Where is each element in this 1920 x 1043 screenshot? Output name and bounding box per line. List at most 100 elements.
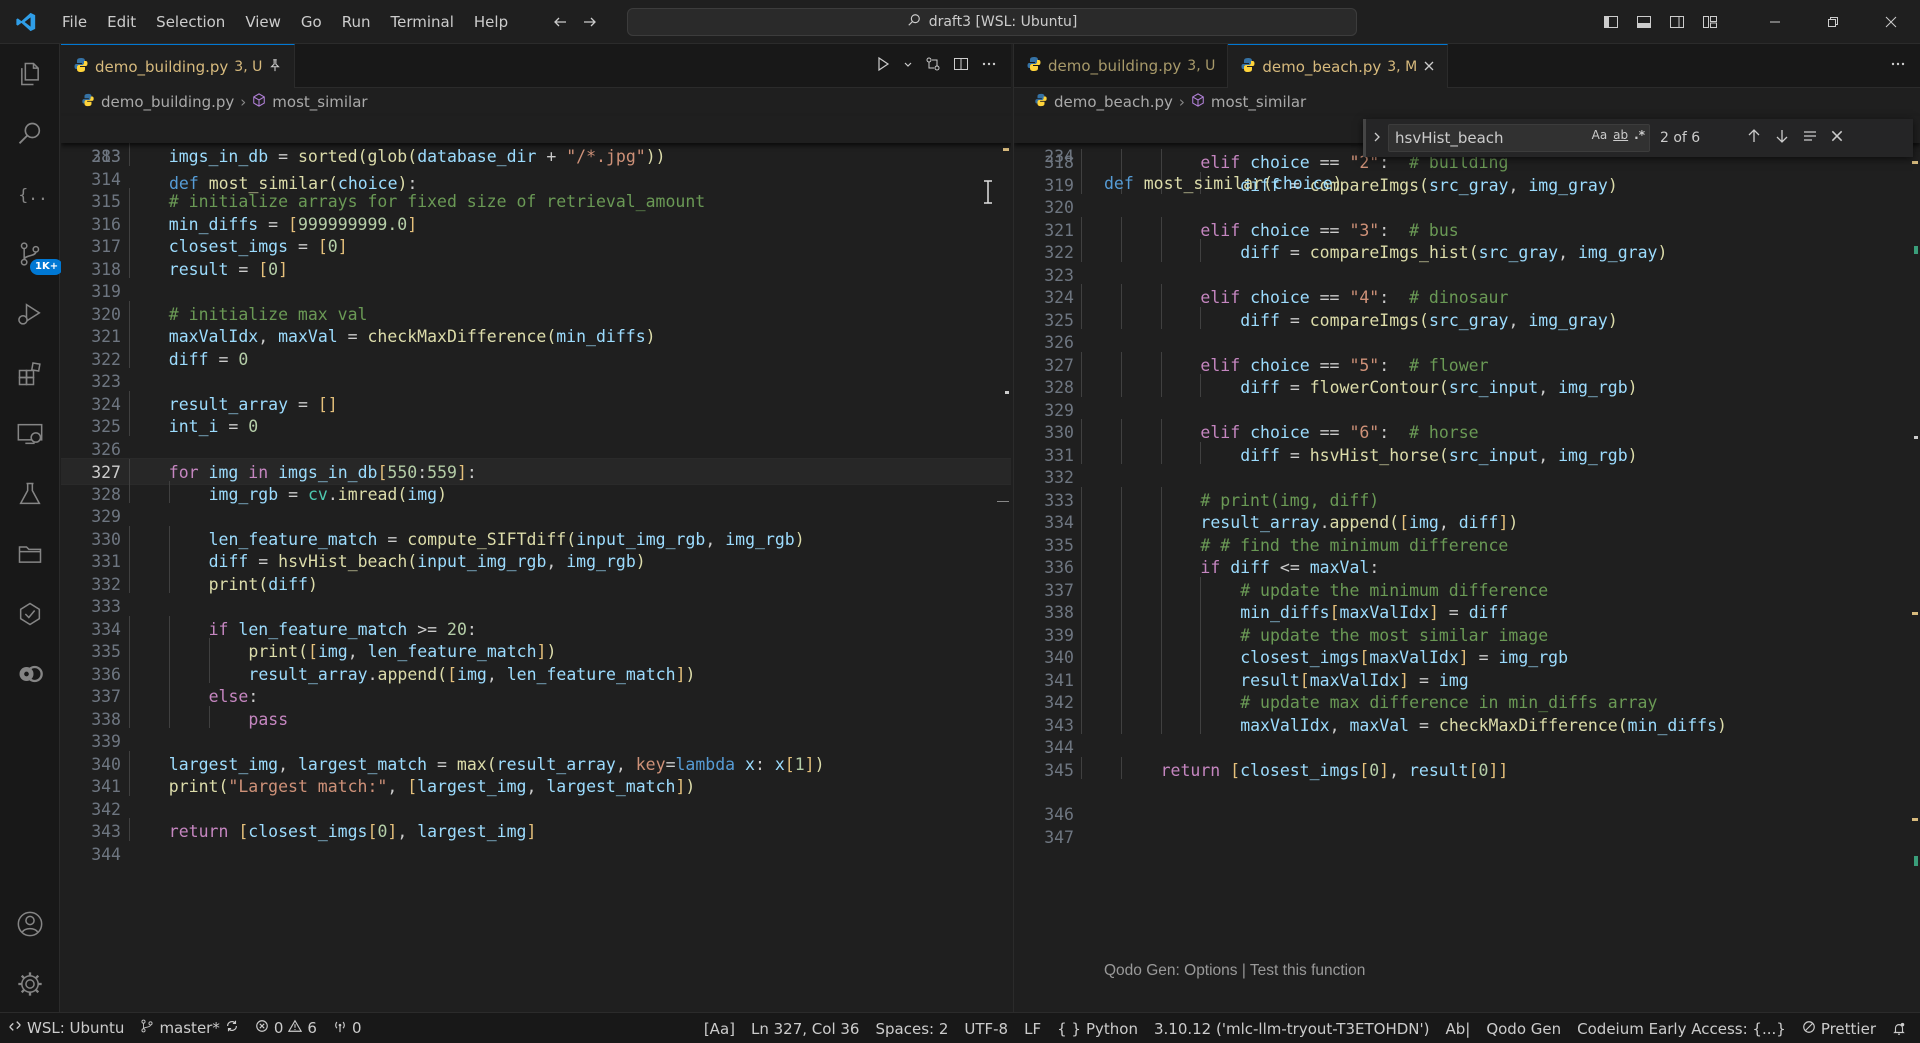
codeium-status[interactable]: Codeium Early Access: {...} — [1569, 1013, 1794, 1043]
warning-count: 6 — [307, 1019, 317, 1037]
accounts-icon[interactable] — [0, 894, 60, 954]
indent-guide — [1160, 509, 1162, 532]
menu-view[interactable]: View — [235, 0, 291, 44]
menu-file[interactable]: File — [52, 0, 97, 44]
folder-icon[interactable] — [0, 524, 60, 584]
indent-guide — [168, 683, 170, 706]
tab-demo-building[interactable]: demo_building.py 3, U — [61, 44, 296, 88]
problems-indicator[interactable]: 0 6 — [247, 1013, 325, 1043]
source-control-icon[interactable]: 1K+ — [0, 224, 64, 284]
code-line[interactable]: 347 — [1014, 824, 1920, 851]
qodo-icon[interactable] — [0, 644, 60, 704]
settings-gear-icon[interactable] — [0, 954, 60, 1014]
previous-match-arrow-icon[interactable] — [1746, 128, 1762, 148]
qodo-gen-status[interactable]: Qodo Gen — [1478, 1013, 1569, 1043]
extensions-icon[interactable] — [0, 344, 60, 404]
aa-indicator[interactable]: [Aa] — [696, 1013, 743, 1043]
overview-ruler-right[interactable] — [1906, 116, 1920, 976]
close-window-icon[interactable] — [1862, 0, 1920, 44]
menu-terminal[interactable]: Terminal — [381, 0, 464, 44]
forward-arrow-icon[interactable] — [582, 14, 598, 30]
git-branch-icon — [140, 1019, 154, 1037]
close-find-icon[interactable] — [1830, 129, 1844, 147]
toggle-replace-chevron-icon[interactable] — [1371, 130, 1383, 148]
python-interpreter[interactable]: 3.10.12 ('mlc-llm-tryout-T3ETOHDN') — [1146, 1013, 1438, 1043]
run-debug-icon[interactable] — [0, 284, 60, 344]
more-actions-icon[interactable] — [1890, 56, 1906, 76]
indent-guide — [168, 525, 170, 548]
overview-ruler-left[interactable] — [997, 116, 1011, 976]
menu-edit[interactable]: Edit — [97, 0, 146, 44]
menu-go[interactable]: Go — [291, 0, 332, 44]
search-view-icon[interactable] — [0, 104, 60, 164]
pin-icon[interactable] — [268, 58, 282, 76]
indent-guide — [1081, 576, 1082, 599]
toggle-panel-icon[interactable] — [1627, 0, 1660, 44]
customize-layout-icon[interactable] — [1693, 0, 1726, 44]
end-of-line[interactable]: LF — [1016, 1013, 1049, 1043]
ports-indicator[interactable]: 0 — [325, 1013, 370, 1043]
menu-selection[interactable]: Selection — [146, 0, 235, 44]
json-braces-icon[interactable]: {..} — [0, 164, 60, 224]
tab-demo-beach[interactable]: demo_beach.py 3, M — [1228, 44, 1449, 88]
explorer-icon[interactable] — [0, 44, 60, 104]
tab-demo-building-right[interactable]: demo_building.py 3, U — [1014, 44, 1229, 88]
minimize-icon[interactable] — [1746, 0, 1804, 44]
abl-indicator[interactable]: Ab| — [1437, 1013, 1478, 1043]
run-python-icon[interactable] — [875, 56, 891, 76]
find-input[interactable]: hsvHist_beach Aa ab .* — [1388, 124, 1650, 152]
restore-icon[interactable] — [1804, 0, 1862, 44]
indentation[interactable]: Spaces: 2 — [867, 1013, 956, 1043]
indent-guide — [1120, 351, 1122, 374]
menu-run[interactable]: Run — [332, 0, 381, 44]
cursor-position[interactable]: Ln 327, Col 36 — [743, 1013, 867, 1043]
ruler-mark — [1003, 148, 1009, 151]
testing-flask-icon[interactable] — [0, 464, 60, 524]
compare-changes-icon[interactable] — [925, 56, 941, 76]
more-actions-icon[interactable] — [981, 56, 997, 76]
match-whole-word-toggle[interactable]: ab — [1613, 128, 1628, 142]
indent-guide — [1120, 419, 1122, 442]
indent-guide — [1081, 374, 1082, 397]
sync-icon[interactable] — [225, 1019, 239, 1037]
code-line[interactable]: 345 return [closest_imgs[0], result[0]] — [1014, 756, 1920, 784]
menu-help[interactable]: Help — [464, 0, 518, 44]
branch-indicator[interactable]: master* — [132, 1013, 246, 1043]
language-label: Python — [1085, 1019, 1138, 1038]
find-query: hsvHist_beach — [1395, 129, 1504, 147]
breadcrumb-symbol[interactable]: most_similar — [272, 93, 367, 111]
search-icon — [907, 13, 921, 31]
notifications-bell-icon[interactable] — [1884, 1013, 1914, 1043]
split-editor-icon[interactable] — [953, 56, 969, 76]
sticky-scroll-left[interactable]: 283 def most_similar(choice): — [61, 116, 1011, 193]
codeium-icon[interactable] — [0, 584, 60, 644]
remote-explorer-icon[interactable] — [0, 404, 60, 464]
chevron-down-icon[interactable] — [903, 59, 913, 74]
line-number: 344 — [91, 844, 121, 864]
prettier-status[interactable]: Prettier — [1794, 1013, 1884, 1043]
language-mode[interactable]: { } Python — [1049, 1013, 1146, 1043]
indent-guide — [1200, 239, 1202, 262]
toggle-secondary-sidebar-icon[interactable] — [1660, 0, 1693, 44]
code-text: return [closest_imgs[0], result[0]] — [1160, 760, 1509, 780]
breadcrumb-file[interactable]: demo_building.py — [101, 93, 234, 111]
find-in-selection-icon[interactable] — [1802, 128, 1818, 148]
match-case-toggle[interactable]: Aa — [1592, 128, 1608, 142]
breadcrumb-file[interactable]: demo_beach.py — [1054, 93, 1173, 111]
code-line[interactable]: 344 — [61, 841, 1011, 868]
use-regex-toggle[interactable]: .* — [1634, 128, 1645, 142]
breadcrumb-symbol[interactable]: most_similar — [1211, 93, 1306, 111]
codelens-qodo[interactable]: Qodo Gen: Options | Test this function — [1104, 962, 1365, 980]
indent-guide — [1081, 351, 1082, 374]
indent-guide — [1160, 284, 1162, 307]
toggle-primary-sidebar-icon[interactable] — [1594, 0, 1627, 44]
remote-indicator[interactable]: WSL: Ubuntu — [0, 1013, 132, 1043]
indent-guide — [129, 143, 130, 166]
close-tab-icon[interactable] — [1423, 58, 1435, 76]
indent-guide — [1200, 711, 1202, 734]
encoding[interactable]: UTF-8 — [956, 1013, 1016, 1043]
indent-guide — [1120, 666, 1122, 689]
command-center-search[interactable]: draft3 [WSL: Ubuntu] — [627, 8, 1357, 36]
back-arrow-icon[interactable] — [552, 14, 568, 30]
next-match-arrow-icon[interactable] — [1774, 128, 1790, 148]
